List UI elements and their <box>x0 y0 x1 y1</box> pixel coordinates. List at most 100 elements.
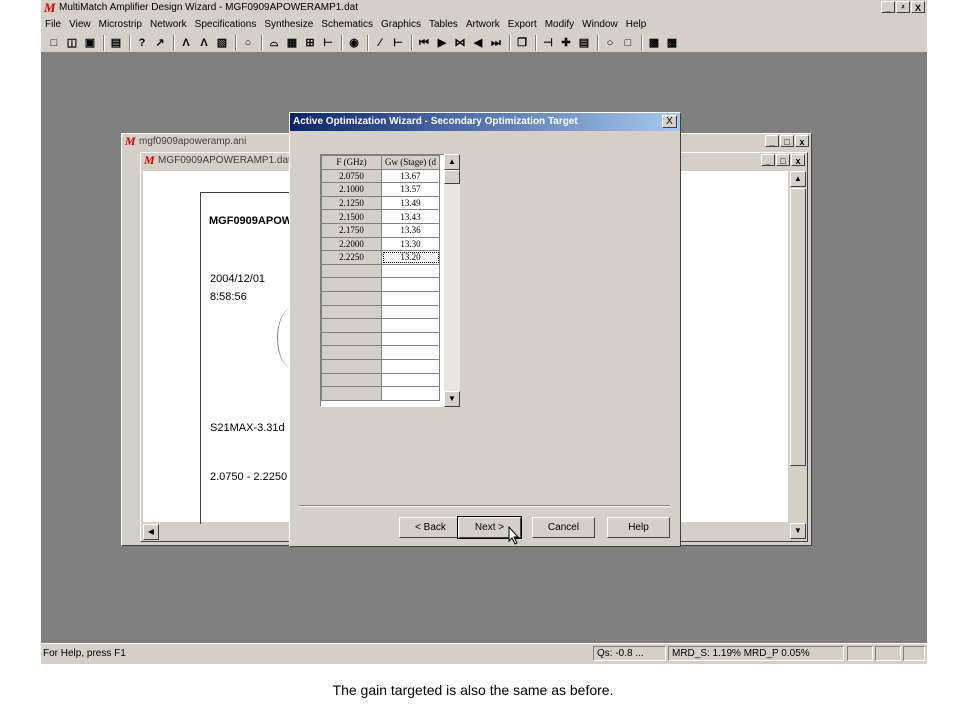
scroll-down-button[interactable]: ▼ <box>790 523 806 539</box>
menu-tables[interactable]: Tables <box>425 16 462 30</box>
gain-cell[interactable] <box>381 290 440 306</box>
table-scroll-up-button[interactable]: ▲ <box>444 154 460 170</box>
mdi-maximize-button[interactable]: □ <box>780 135 794 147</box>
new-file-icon[interactable]: □ <box>47 36 61 50</box>
network-icon[interactable]: ⊢ <box>391 36 405 50</box>
first-icon[interactable]: ⏮ <box>417 36 431 50</box>
frequency-cell[interactable] <box>321 290 382 306</box>
frequency-cell[interactable]: 2.1500 <box>321 209 382 224</box>
table-row[interactable] <box>321 318 440 333</box>
menu-schematics[interactable]: Schematics <box>317 16 377 30</box>
table-row[interactable] <box>321 331 440 347</box>
frequency-cell[interactable] <box>321 277 382 292</box>
frequency-cell[interactable]: 2.0750 <box>321 168 382 184</box>
menu-window[interactable]: Window <box>578 16 622 30</box>
table-row[interactable] <box>321 277 440 292</box>
table-row[interactable]: 2.1250 13.49 <box>321 195 440 211</box>
frequency-cell[interactable]: 2.2000 <box>321 236 382 252</box>
gain-cell[interactable] <box>381 372 440 388</box>
frequency-cell[interactable] <box>321 358 382 374</box>
save-icon[interactable]: ▣ <box>83 36 97 50</box>
copy-icon[interactable]: ❐ <box>515 36 529 50</box>
gain-cell[interactable]: 13.49 <box>381 195 440 211</box>
table-row[interactable] <box>321 345 440 360</box>
gain-cell[interactable] <box>381 318 440 333</box>
dialog-close-button[interactable]: X <box>662 115 677 128</box>
table-row[interactable] <box>321 372 440 388</box>
scroll-left-button[interactable]: ◀ <box>143 524 159 540</box>
menu-view[interactable]: View <box>65 16 95 30</box>
table-row[interactable] <box>321 386 440 401</box>
element-2-icon[interactable]: ▦ <box>285 36 299 50</box>
frequency-cell[interactable] <box>321 331 382 347</box>
context-help-icon[interactable]: ↗ <box>153 36 167 50</box>
scroll-up-button[interactable]: ▲ <box>790 171 806 187</box>
table-row[interactable]: 2.1000 13.57 <box>321 182 440 197</box>
frequency-cell[interactable]: 2.1750 <box>321 222 382 238</box>
bowtie-icon[interactable]: ⋈ <box>453 36 467 50</box>
table-scroll-thumb[interactable] <box>444 170 460 184</box>
menu-file[interactable]: File <box>41 16 65 30</box>
element-1-icon[interactable]: ⌓ <box>267 36 281 50</box>
table-row[interactable] <box>321 290 440 306</box>
table-row[interactable]: 2.2000 13.30 <box>321 236 440 252</box>
open-folder-icon[interactable]: ◫ <box>65 36 79 50</box>
gain-cell[interactable] <box>381 263 440 279</box>
frequency-cell[interactable]: 2.2250 <box>321 250 382 265</box>
frequency-cell[interactable]: 2.1000 <box>321 182 382 197</box>
prev-icon[interactable]: ◀ <box>471 36 485 50</box>
table-row[interactable] <box>321 263 440 279</box>
frequency-cell[interactable] <box>321 372 382 388</box>
vertical-scrollbar[interactable]: ▲ ▼ <box>790 171 806 540</box>
menu-help[interactable]: Help <box>622 16 651 30</box>
draw-a-icon[interactable]: Λ <box>179 36 193 50</box>
last-icon[interactable]: ⏭ <box>489 36 503 50</box>
mdi-minimize-button[interactable]: _ <box>765 135 779 147</box>
table-row[interactable]: 2.1750 13.36 <box>321 222 440 238</box>
gain-cell[interactable] <box>381 304 440 320</box>
minimize-button[interactable]: _ <box>881 1 895 13</box>
close-button[interactable]: X <box>911 1 925 13</box>
print-icon[interactable]: ▤ <box>109 36 123 50</box>
square-outline-icon[interactable]: □ <box>621 36 635 50</box>
circle-outline-icon[interactable]: ○ <box>603 36 617 50</box>
chip-1-icon[interactable]: ▩ <box>647 36 661 50</box>
frequency-cell[interactable] <box>321 304 382 320</box>
menu-specifications[interactable]: Specifications <box>191 16 261 30</box>
gain-cell[interactable] <box>381 345 440 360</box>
gain-cell[interactable]: 13.20 <box>381 250 440 265</box>
circle-icon[interactable]: ○ <box>241 36 255 50</box>
menu-network[interactable]: Network <box>146 16 191 30</box>
mdi-inner-maximize-button[interactable]: □ <box>776 154 790 166</box>
gain-cell[interactable] <box>381 386 440 401</box>
gain-cell[interactable] <box>381 277 440 292</box>
chip-2-icon[interactable]: ▩ <box>665 36 679 50</box>
tune-icon[interactable]: ∕ <box>373 36 387 50</box>
component-3-icon[interactable]: ▤ <box>577 36 591 50</box>
menu-modify[interactable]: Modify <box>541 16 578 30</box>
menu-graphics[interactable]: Graphics <box>377 16 425 30</box>
table-row[interactable]: 2.2250 13.20 <box>321 250 440 265</box>
mdi-inner-close-button[interactable]: x <box>791 154 805 166</box>
target-icon[interactable]: ◉ <box>347 36 361 50</box>
gain-cell[interactable]: 13.67 <box>381 168 440 184</box>
component-2-icon[interactable]: ✚ <box>559 36 573 50</box>
menu-microstrip[interactable]: Microstrip <box>95 16 146 30</box>
menu-artwork[interactable]: Artwork <box>462 16 504 30</box>
play-icon[interactable]: ▶ <box>435 36 449 50</box>
table-scroll-down-button[interactable]: ▼ <box>444 391 460 407</box>
menu-synthesize[interactable]: Synthesize <box>260 16 317 30</box>
help-button[interactable]: Help <box>607 517 670 538</box>
mdi-inner-minimize-button[interactable]: _ <box>761 154 775 166</box>
help-icon[interactable]: ? <box>135 36 149 50</box>
gain-cell[interactable]: 13.57 <box>381 182 440 197</box>
frequency-cell[interactable] <box>321 386 382 401</box>
gain-cell[interactable]: 13.30 <box>381 236 440 252</box>
gain-cell[interactable]: 13.43 <box>381 209 440 224</box>
cancel-button[interactable]: Cancel <box>532 517 595 538</box>
gain-cell[interactable] <box>381 331 440 347</box>
table-row[interactable]: 2.1500 13.43 <box>321 209 440 224</box>
frequency-cell[interactable]: 2.1250 <box>321 195 382 211</box>
gain-cell[interactable]: 13.36 <box>381 222 440 238</box>
table-row[interactable]: 2.0750 13.67 <box>321 168 440 184</box>
